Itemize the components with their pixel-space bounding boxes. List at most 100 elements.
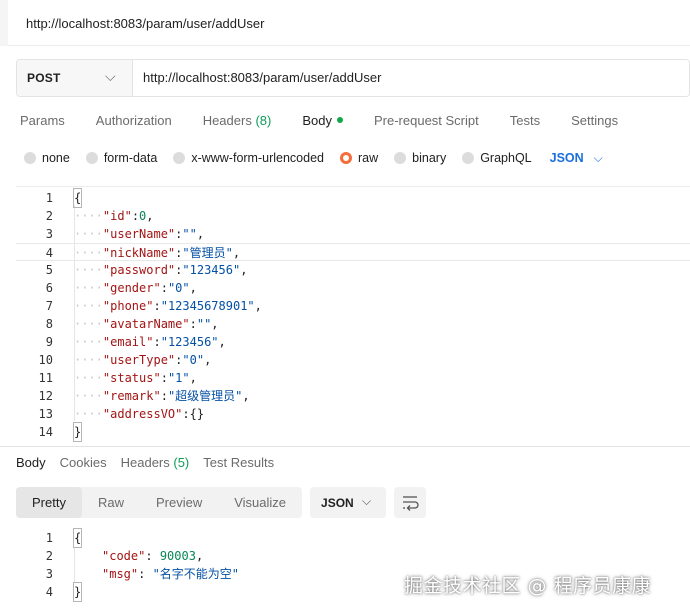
- json-key: "msg": [102, 567, 139, 581]
- radio-icon: [462, 152, 475, 164]
- view-pretty-button[interactable]: Pretty: [16, 487, 82, 518]
- tab-body[interactable]: Body: [302, 113, 343, 135]
- response-tab-body[interactable]: Body: [16, 455, 46, 475]
- code-line: 10 ····"userType":"0",: [16, 351, 690, 369]
- method-select[interactable]: POST ⌵: [17, 60, 133, 96]
- json-comma: ,: [242, 389, 250, 403]
- body-type-urlencoded[interactable]: x-www-form-urlencoded: [173, 151, 324, 165]
- whitespace-dots: ····: [74, 209, 103, 223]
- watermark: 掘金技术社区 @ 程序员康康: [404, 575, 652, 597]
- body-type-raw[interactable]: raw: [340, 151, 378, 165]
- request-body-editor[interactable]: 1{2 ····"id":0, 3 ····"userName":"", 4 ····"n…: [16, 186, 690, 442]
- code-entry: ····"userType":"0",: [74, 351, 211, 369]
- response-tab-cookies[interactable]: Cookies: [60, 455, 107, 475]
- body-type-urlencoded-label: x-www-form-urlencoded: [191, 151, 324, 165]
- line-number: 1: [45, 531, 53, 545]
- json-value: "": [182, 227, 197, 241]
- line-number: 3: [45, 227, 53, 241]
- line-number: 6: [45, 281, 53, 295]
- tab-settings[interactable]: Settings: [571, 113, 618, 135]
- json-value: "超级管理员": [167, 389, 243, 403]
- json-value: "名字不能为空": [152, 567, 240, 581]
- response-tab-headers[interactable]: Headers (5): [121, 455, 190, 475]
- body-type-form-data[interactable]: form-data: [85, 151, 158, 165]
- whitespace-dots: ····: [74, 246, 103, 260]
- code-entry: ····"id":0,: [74, 207, 154, 225]
- code-entry: ····"remark":"超级管理员",: [74, 387, 250, 405]
- radio-icon: [24, 152, 36, 164]
- body-type-options: none form-data x-www-form-urlencoded raw…: [24, 149, 603, 167]
- code-entry: ····"gender":"0",: [74, 279, 197, 297]
- whitespace-dots: ····: [74, 389, 103, 403]
- code-line: 4 ····"nickName":"管理员",: [16, 243, 690, 261]
- body-type-none[interactable]: none: [24, 151, 70, 165]
- json-colon: :: [160, 281, 168, 295]
- radio-icon: [85, 152, 98, 164]
- line-number: 9: [45, 335, 53, 349]
- response-tab-test-results[interactable]: Test Results: [203, 455, 274, 475]
- code-entry: ····"phone":"12345678901",: [74, 297, 262, 315]
- line-number: 13: [38, 407, 53, 421]
- tab-params[interactable]: Params: [20, 113, 65, 135]
- json-value: "管理员": [182, 246, 233, 260]
- whitespace-dots: ····: [74, 407, 103, 421]
- msg-entry: "msg": "名字不能为空": [102, 567, 240, 581]
- code-line: 13 ····"addressVO":{}: [16, 405, 690, 423]
- view-raw-button[interactable]: Raw: [82, 487, 140, 518]
- code-line: 5 ····"password":"123456",: [16, 261, 690, 279]
- json-comma: ,: [211, 317, 219, 331]
- line-number: 2: [45, 549, 53, 563]
- code-entry: ····"password":"123456",: [74, 261, 247, 279]
- body-type-none-label: none: [42, 151, 70, 165]
- json-value: "0": [182, 353, 205, 367]
- response-tab-headers-label: Headers: [120, 455, 170, 470]
- body-type-graphql-label: GraphQL: [480, 151, 532, 165]
- json-comma: ,: [218, 335, 226, 349]
- json-key: "status": [102, 371, 161, 385]
- response-view-bar: Pretty Raw Preview Visualize JSON ⌵: [16, 487, 427, 518]
- code-line: 7 ····"phone":"12345678901",: [16, 297, 690, 315]
- chevron-down-icon: ⌵: [362, 494, 372, 508]
- view-visualize-button[interactable]: Visualize: [218, 487, 302, 518]
- open-brace: {: [72, 528, 83, 548]
- json-key: "email": [102, 335, 154, 349]
- tab-headers-label: Headers: [202, 113, 252, 128]
- whitespace-dots: ····: [74, 317, 103, 331]
- raw-format-select[interactable]: JSON: [550, 151, 584, 165]
- tab-tests[interactable]: Tests: [510, 113, 540, 135]
- close-brace: }: [72, 422, 83, 442]
- request-tab-title-bar: http://localhost:8083/param/user/addUser: [0, 0, 690, 46]
- url-input[interactable]: http://localhost:8083/param/user/addUser: [133, 60, 689, 96]
- url-bar: POST ⌵ http://localhost:8083/param/user/…: [16, 59, 690, 97]
- response-format-label: JSON: [321, 496, 354, 510]
- json-key: "avatarName": [102, 317, 190, 331]
- response-format-select[interactable]: JSON ⌵: [310, 487, 387, 518]
- open-brace: {: [72, 188, 83, 208]
- body-type-graphql[interactable]: GraphQL: [462, 151, 532, 165]
- radio-icon: [173, 152, 186, 164]
- whitespace-dots: ····: [74, 371, 103, 385]
- json-comma: ,: [204, 353, 212, 367]
- raw-format-label: JSON: [549, 151, 584, 165]
- code-line: 1{: [16, 188, 690, 208]
- response-headers-count: (5): [173, 455, 190, 470]
- json-comma: ,: [196, 227, 205, 241]
- chevron-down-icon[interactable]: ⌵: [594, 151, 603, 166]
- line-number: 12: [38, 389, 53, 403]
- wrap-lines-button[interactable]: [394, 487, 427, 518]
- tab-headers[interactable]: Headers (8): [203, 113, 272, 135]
- request-tab-title[interactable]: http://localhost:8083/param/user/addUser: [26, 16, 264, 31]
- code-entry: ····"avatarName":"",: [74, 315, 219, 333]
- body-type-binary[interactable]: binary: [394, 151, 446, 165]
- view-preview-button[interactable]: Preview: [140, 487, 218, 518]
- tab-prerequest-script[interactable]: Pre-request Script: [374, 113, 479, 135]
- json-comma: ,: [232, 246, 241, 260]
- code-entry: ····"addressVO":{}: [74, 405, 204, 423]
- json-key: "addressVO": [102, 407, 183, 421]
- body-type-form-data-label: form-data: [103, 151, 158, 165]
- line-number: 4: [45, 585, 53, 599]
- pane-divider[interactable]: [0, 446, 690, 447]
- code-line: 14}: [16, 422, 690, 442]
- tab-authorization[interactable]: Authorization: [96, 113, 172, 135]
- line-number: 7: [45, 299, 53, 313]
